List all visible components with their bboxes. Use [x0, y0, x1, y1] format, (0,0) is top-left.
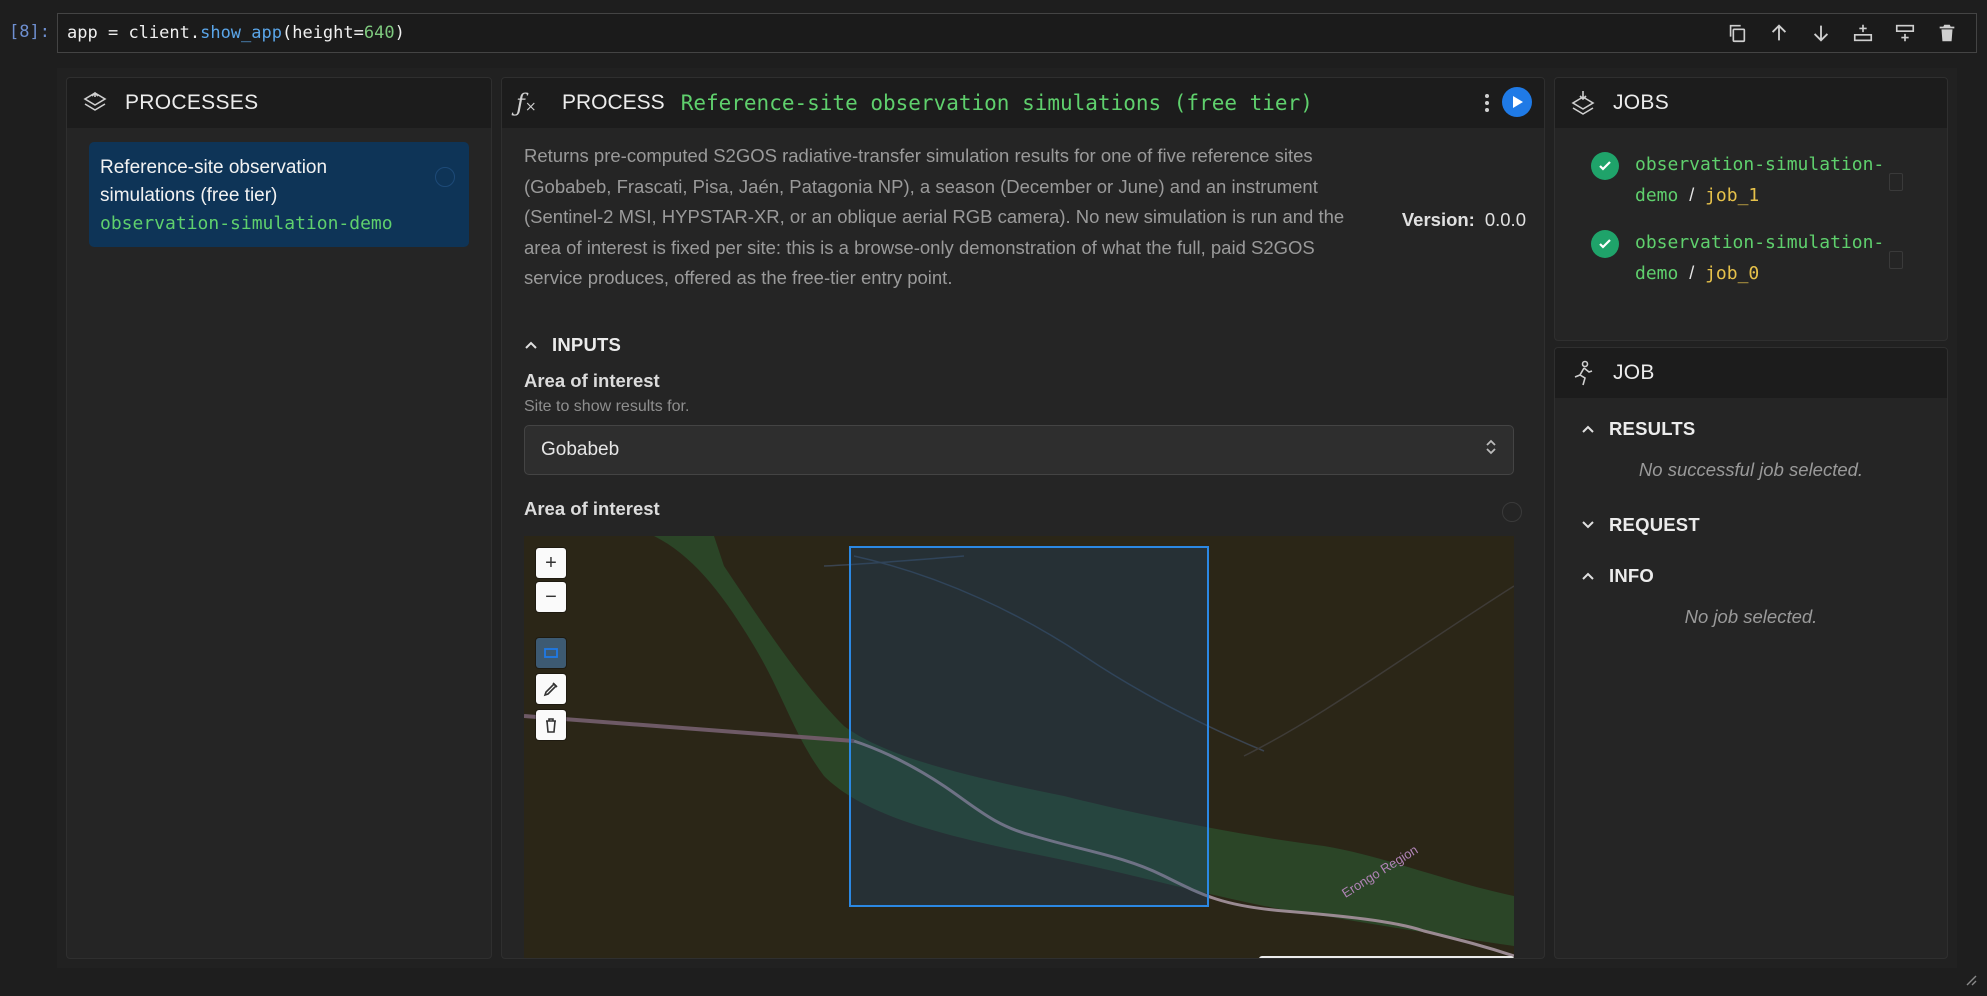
info-icon[interactable]: [1502, 502, 1522, 522]
results-empty-text: No successful job selected.: [1638, 459, 1864, 480]
job-list-item[interactable]: observation-simulation-demo / job_1: [1591, 150, 1895, 211]
chevron-up-icon: [524, 338, 538, 352]
chevron-up-icon: [1581, 422, 1595, 436]
aoi-rectangle[interactable]: [849, 546, 1209, 907]
zoom-in-button[interactable]: +: [536, 548, 566, 578]
chevron-up-icon: [1581, 569, 1595, 583]
insert-above-icon[interactable]: [1892, 20, 1918, 46]
delete-shape-button[interactable]: [536, 710, 566, 740]
copy-icon[interactable]: [1724, 20, 1750, 46]
inputs-toggle[interactable]: INPUTS: [524, 334, 621, 356]
delete-icon[interactable]: [1934, 20, 1960, 46]
process-header: ƒ× PROCESS Reference-site observation si…: [502, 78, 1544, 128]
cell-toolbar: [1724, 20, 1960, 46]
processes-title: PROCESSES: [125, 91, 259, 114]
process-title: PROCESS: [562, 91, 665, 114]
more-options-icon[interactable]: [1482, 90, 1492, 116]
aoi-map-label: Area of interest: [524, 498, 660, 519]
cell-prompt: [8]:: [9, 22, 50, 42]
app-output: PROCESSES Reference-site observation sim…: [57, 68, 1957, 968]
processes-panel: PROCESSES Reference-site observation sim…: [66, 77, 492, 959]
aoi-select-value: Gobabeb: [541, 439, 620, 460]
run-button[interactable]: [1502, 87, 1532, 117]
jobs-panel: JOBS observation-simulation-demo / job_1…: [1554, 77, 1948, 341]
move-down-icon[interactable]: [1808, 20, 1834, 46]
info-icon[interactable]: [435, 167, 455, 187]
running-person-icon: [1569, 359, 1597, 387]
resize-handle-icon[interactable]: [1963, 972, 1977, 986]
code-line: app = client.show_app(height=640): [67, 23, 405, 43]
aoi-select-label: Area of interest: [524, 370, 660, 391]
job-title: JOB: [1613, 361, 1655, 384]
process-list-item[interactable]: Reference-site observation simulations (…: [89, 142, 469, 247]
jobs-title: JOBS: [1613, 91, 1670, 114]
draw-rectangle-button[interactable]: [536, 638, 566, 668]
job-label: observation-simulation-demo / job_1: [1635, 154, 1885, 206]
process-item-title: Reference-site observation simulations (…: [100, 157, 328, 206]
edit-shape-button[interactable]: [536, 674, 566, 704]
job-label: observation-simulation-demo / job_0: [1635, 232, 1885, 284]
move-up-icon[interactable]: [1766, 20, 1792, 46]
process-description: Returns pre-computed S2GOS radiative-tra…: [524, 145, 1345, 288]
chevron-down-icon: [1581, 518, 1595, 532]
map-scrollbar[interactable]: [1259, 956, 1514, 958]
insert-below-icon[interactable]: [1850, 20, 1876, 46]
process-panel: ƒ× PROCESS Reference-site observation si…: [501, 77, 1545, 959]
process-version: Version: 0.0.0: [1401, 209, 1526, 230]
success-check-icon: [1591, 152, 1619, 180]
upload-stack-icon: [81, 89, 109, 117]
aoi-select-help: Site to show results for.: [524, 398, 690, 415]
job-header: JOB: [1555, 348, 1947, 398]
aoi-map[interactable]: Erongo Region + −: [524, 536, 1514, 958]
delete-job-icon[interactable]: [1889, 173, 1903, 191]
job-list-item[interactable]: observation-simulation-demo / job_0: [1591, 228, 1895, 289]
zoom-out-button[interactable]: −: [536, 582, 566, 612]
aoi-select[interactable]: Gobabeb: [524, 425, 1514, 475]
process-name: Reference-site observation simulations (…: [680, 91, 1313, 115]
function-icon: ƒ×: [516, 89, 537, 117]
process-item-id: observation-simulation-demo: [100, 213, 393, 234]
info-toggle[interactable]: INFO: [1581, 565, 1654, 587]
jobs-header: JOBS: [1555, 78, 1947, 128]
code-cell-input[interactable]: app = client.show_app(height=640): [57, 13, 1977, 53]
download-stack-icon: [1569, 89, 1597, 117]
success-check-icon: [1591, 230, 1619, 258]
results-toggle[interactable]: RESULTS: [1581, 418, 1695, 440]
info-empty-text: No job selected.: [1684, 606, 1818, 627]
request-toggle[interactable]: REQUEST: [1581, 514, 1700, 536]
delete-job-icon[interactable]: [1889, 251, 1903, 269]
select-chevrons-icon: [1485, 438, 1497, 462]
processes-header: PROCESSES: [67, 78, 491, 128]
job-panel: JOB RESULTS No successful job selected. …: [1554, 347, 1948, 959]
